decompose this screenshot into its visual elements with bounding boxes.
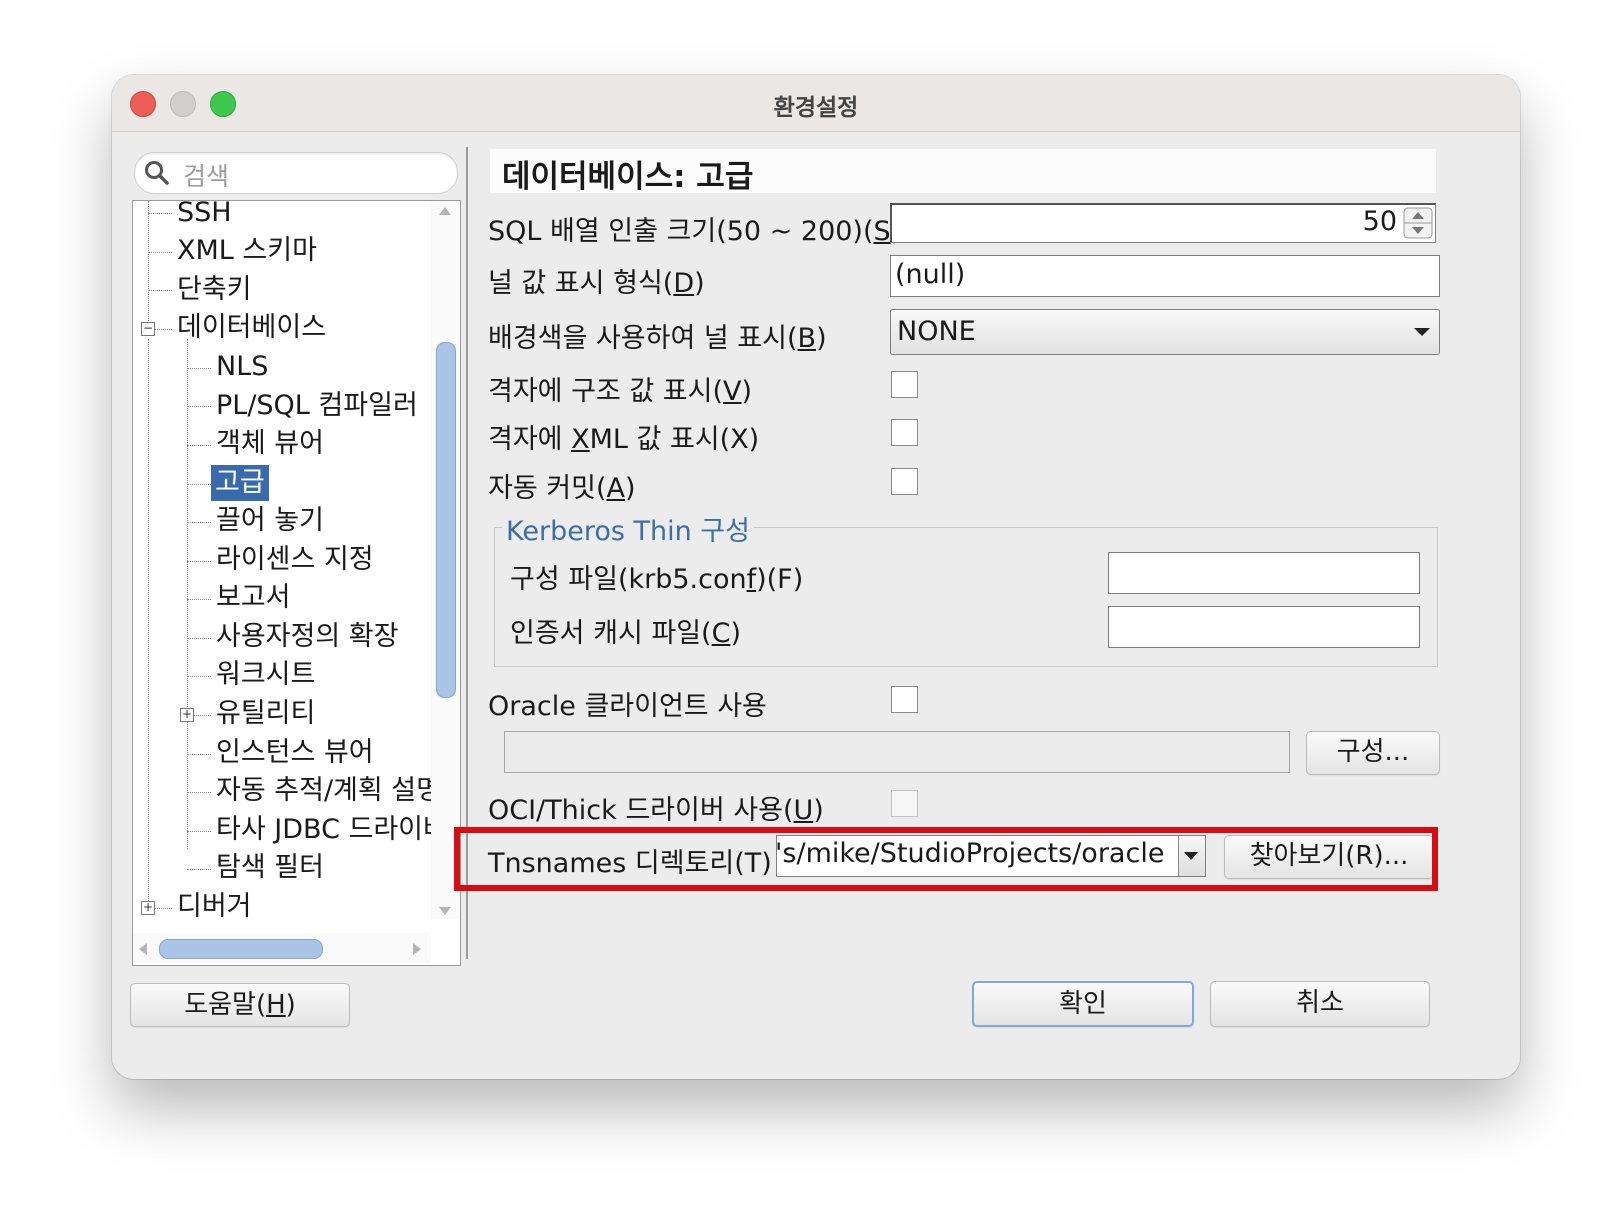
tree-item-licensing[interactable]: 라이센스 지정 — [216, 542, 374, 578]
grid-struct-label: 격자에 구조 값 표시(V) — [488, 376, 753, 407]
highlight-box — [454, 827, 1438, 891]
tree-item-worksheet[interactable]: 워크시트 — [216, 657, 315, 693]
tree-item-plsql-compiler[interactable]: PL/SQL 컴파일러 — [216, 388, 418, 424]
sql-fetch-size-value: 50 — [1362, 206, 1397, 237]
kerberos-config-label: 구성 파일(krb5.conf)(F) — [510, 564, 804, 595]
grid-xml-checkbox[interactable] — [891, 419, 918, 446]
spinner-arrows-icon[interactable] — [1403, 207, 1433, 239]
tree-item-reports[interactable]: 보고서 — [216, 580, 291, 616]
kerberos-cache-input[interactable] — [1108, 606, 1420, 648]
chevron-down-icon — [1414, 328, 1430, 336]
bg-null-value: NONE — [897, 316, 976, 347]
tree-item-utilities[interactable]: 유틸리티 — [216, 696, 315, 732]
tree-item-nls[interactable]: NLS — [216, 349, 268, 385]
tree-item-navigation-filter[interactable]: 탐색 필터 — [216, 850, 324, 886]
collapse-database-icon[interactable]: − — [141, 322, 155, 336]
tree-item-third-party-jdbc[interactable]: 타사 JDBC 드라이버 — [216, 812, 448, 848]
search-placeholder: 검색 — [183, 162, 230, 191]
autocommit-label: 자동 커밋(A) — [488, 473, 636, 504]
preferences-window: 환경설정 검색 − + + SSH XML 스키마 단축키 데이터베이스 NLS… — [112, 75, 1520, 1079]
scroll-down-arrow-icon[interactable] — [437, 905, 453, 917]
oracle-client-config-button[interactable]: 구성... — [1306, 731, 1440, 775]
null-display-value: (null) — [895, 259, 966, 290]
oci-thick-checkbox[interactable] — [891, 790, 918, 817]
tree-item-debugger[interactable]: 디버거 — [177, 889, 252, 925]
scroll-right-arrow-icon[interactable] — [411, 941, 423, 957]
null-display-input[interactable]: (null) — [890, 255, 1440, 297]
tree-item-shortcut-keys[interactable]: 단축키 — [177, 272, 252, 308]
tree-horizontal-scrollbar[interactable] — [133, 933, 431, 963]
tree-item-instance-viewer[interactable]: 인스턴스 뷰어 — [216, 735, 374, 771]
null-display-label: 널 값 표시 형식(D) — [488, 268, 705, 299]
search-icon — [145, 161, 169, 185]
panel-title: 데이터베이스: 고급 — [502, 159, 754, 195]
tree-vertical-scrollbar[interactable] — [431, 201, 459, 919]
preferences-tree[interactable]: − + + SSH XML 스키마 단축키 데이터베이스 NLS PL/SQL … — [132, 200, 461, 966]
search-field[interactable]: 검색 — [134, 152, 458, 194]
sql-fetch-size-spinner[interactable]: 50 — [890, 203, 1436, 243]
tree-item-advanced[interactable]: 고급 — [211, 465, 269, 501]
oracle-client-path-input — [504, 731, 1290, 773]
oracle-client-label: Oracle 클라이언트 사용 — [488, 691, 767, 722]
tree-item-xml-schema[interactable]: XML 스키마 — [177, 233, 317, 269]
tree-item-object-viewer[interactable]: 객체 뷰어 — [216, 426, 324, 462]
kerberos-config-input[interactable] — [1108, 552, 1420, 594]
tree-vertical-scroll-thumb[interactable] — [436, 342, 456, 698]
tree-item-drag-drop[interactable]: 끌어 놓기 — [216, 503, 324, 539]
oracle-client-checkbox[interactable] — [891, 686, 918, 713]
tree-horizontal-scroll-thumb[interactable] — [159, 939, 323, 959]
panel-header: 데이터베이스: 고급 — [490, 149, 1436, 195]
window-title: 환경설정 — [773, 95, 859, 121]
sql-fetch-size-label: SQL 배열 인출 크기(50 ~ 200)(S) — [488, 216, 901, 247]
grid-xml-label: 격자에 XML 값 표시(X) — [488, 424, 760, 455]
kerberos-cache-label: 인증서 캐시 파일(C) — [510, 618, 741, 649]
ok-button[interactable]: 확인 — [972, 981, 1194, 1027]
cancel-button[interactable]: 취소 — [1210, 981, 1430, 1027]
grid-struct-checkbox[interactable] — [891, 371, 918, 398]
bg-null-dropdown[interactable]: NONE — [890, 309, 1440, 355]
tree-item-database[interactable]: 데이터베이스 — [177, 310, 326, 346]
tree-item-user-extensions[interactable]: 사용자정의 확장 — [216, 619, 398, 655]
expand-debugger-icon[interactable]: + — [141, 901, 155, 915]
title-bar: 환경설정 — [112, 75, 1520, 132]
scroll-up-arrow-icon[interactable] — [437, 205, 453, 217]
scroll-left-arrow-icon[interactable] — [137, 941, 149, 957]
bg-null-label: 배경색을 사용하여 널 표시(B) — [488, 323, 827, 354]
help-button[interactable]: 도움말(H) — [130, 983, 350, 1027]
autocommit-checkbox[interactable] — [891, 468, 918, 495]
tree-item-autotrace[interactable]: 자동 추적/계획 설명 — [216, 773, 441, 809]
tree-item-ssh[interactable]: SSH — [177, 201, 232, 231]
kerberos-group-title: Kerberos Thin 구성 — [502, 509, 754, 548]
oci-thick-label: OCI/Thick 드라이버 사용(U) — [488, 795, 824, 826]
expand-utility-icon[interactable]: + — [180, 708, 194, 722]
